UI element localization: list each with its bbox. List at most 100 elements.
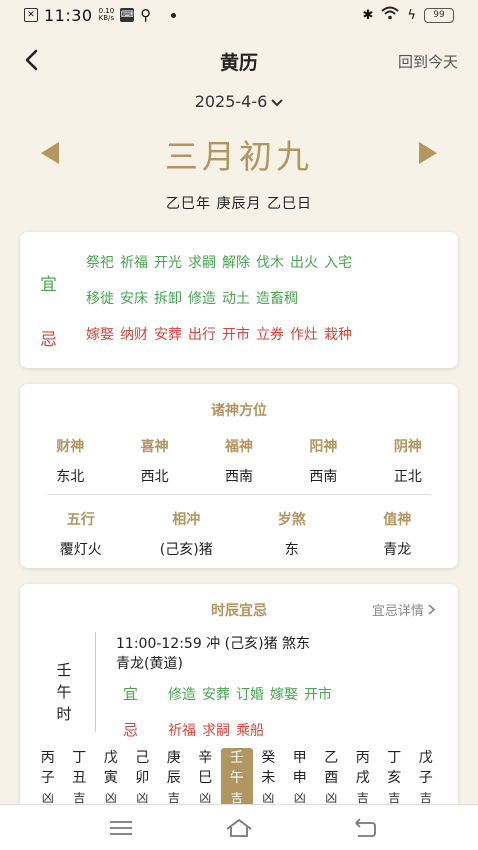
yiji-card: 宜 祭祀 祈福 开光 求嗣 解除 伐木 出火 入宅 移徙 安床 拆卸 修造 动土 造畜稠 忌 嫁娶 纳财安… xyxy=(20,232,458,368)
ji-tag: 出行 xyxy=(188,327,216,343)
god-cell: 阳神 西南 xyxy=(281,436,365,486)
date-value: 2025-4-6 xyxy=(194,92,268,111)
network-speed: 0.10 KB/s xyxy=(98,7,115,22)
hour-gan: 丙 xyxy=(355,750,370,766)
ji-label: 忌 xyxy=(40,330,57,350)
god-cell: 岁煞东 xyxy=(239,509,345,559)
notification-icon: ✕ xyxy=(24,8,38,22)
hour-zhi: 未 xyxy=(261,770,276,786)
ji-tag: 立券 xyxy=(256,327,284,343)
ji-tag: 作灶 xyxy=(290,327,318,343)
lunar-date: 三月初九 xyxy=(165,137,313,176)
home-icon xyxy=(226,818,252,837)
yi-tags-row2: 移徙 安床 拆卸 修造 动土 造畜稠 xyxy=(86,290,304,308)
usb-icon: ⚲ xyxy=(140,6,152,24)
charging-icon: ϟ xyxy=(407,7,416,23)
god-label: 财神 xyxy=(56,439,85,455)
hour-ji-tag: 祈福 xyxy=(168,723,196,739)
gods-row1: 财神 东北 喜神 西北 福神 西南 阳神 西南 阴神 正北 xyxy=(20,436,458,486)
hour-gan: 乙 xyxy=(324,750,339,766)
god-value: 青龙 xyxy=(383,542,412,558)
yi-tag: 入宅 xyxy=(324,255,352,271)
hour-zhi: 巳 xyxy=(198,770,213,786)
system-nav-bar xyxy=(0,804,478,850)
hour-ji-label: 忌 xyxy=(123,721,139,739)
hour-ji-tag: 求嗣 xyxy=(202,723,230,739)
yiji-detail-link[interactable]: 宜忌详情 xyxy=(372,600,436,619)
header: 黄历 回到今天 xyxy=(0,40,478,80)
gods-title: 诸神方位 xyxy=(211,403,267,419)
hour-zhi: 午 xyxy=(229,770,244,786)
hour-gan: 丁 xyxy=(72,750,87,766)
god-value: 东 xyxy=(284,542,299,558)
chevron-right-icon xyxy=(428,604,436,619)
god-cell: 财神 东北 xyxy=(28,436,112,486)
yi-tag: 祭祀 xyxy=(86,255,114,271)
god-value: 西南 xyxy=(225,469,254,485)
hour-yi-tag: 嫁娶 xyxy=(270,687,298,703)
yi-tag: 移徙 xyxy=(86,291,114,307)
gods-row2: 五行 覆灯火 相冲 (己亥)猪 岁煞东 值神青龙 xyxy=(20,509,458,559)
ji-tag: 开市 xyxy=(222,327,250,343)
hour-yi-tag: 修造 xyxy=(168,687,196,703)
ganzhi-text: 乙巳年 庚辰月 乙巳日 xyxy=(166,196,312,212)
hour-zhi: 亥 xyxy=(387,770,402,786)
god-cell: 福神 西南 xyxy=(197,436,281,486)
date-picker[interactable]: 2025-4-6 xyxy=(0,92,478,111)
divider xyxy=(47,494,431,495)
wifi-icon xyxy=(381,6,400,24)
menu-icon xyxy=(110,821,132,835)
yi-tag: 求嗣 xyxy=(188,255,216,271)
hour-gan: 丙 xyxy=(40,750,55,766)
hour-zhi: 子 xyxy=(40,770,55,786)
nav-menu-button[interactable] xyxy=(106,815,136,841)
god-label: 五行 xyxy=(66,512,95,528)
hour-yi-tag: 订婚 xyxy=(236,687,264,703)
gods-direction-card: 诸神方位 财神 东北 喜神 西北 福神 西南 阳神 西南 阴神 正北 五行 覆灯火 相冲 (己亥)猪 岁煞… xyxy=(20,384,458,568)
ji-tag: 纳财 xyxy=(120,327,148,343)
god-value: 西南 xyxy=(309,469,338,485)
god-label: 岁煞 xyxy=(277,512,306,528)
hour-zhi: 戌 xyxy=(355,770,370,786)
god-value: (己亥)猪 xyxy=(159,542,213,558)
yi-tag: 安床 xyxy=(120,291,148,307)
hour-zhi: 酉 xyxy=(324,770,339,786)
battery-icon: 99 xyxy=(424,7,454,23)
god-cell: 五行 覆灯火 xyxy=(28,509,134,559)
status-time: 11:30 xyxy=(44,5,93,25)
nav-home-button[interactable] xyxy=(224,815,254,841)
next-day-button[interactable] xyxy=(419,142,437,164)
hour-yi-tag: 安葬 xyxy=(202,687,230,703)
god-cell: 相冲 (己亥)猪 xyxy=(134,509,240,559)
god-label: 值神 xyxy=(383,512,412,528)
hour-zhi: 辰 xyxy=(166,770,181,786)
hour-gan: 丁 xyxy=(387,750,402,766)
back-to-today-button[interactable]: 回到今天 xyxy=(398,51,458,72)
god-label: 福神 xyxy=(225,439,254,455)
yi-tag: 出火 xyxy=(290,255,318,271)
back-icon xyxy=(355,818,376,837)
nav-back-button[interactable] xyxy=(350,815,380,841)
yi-tag: 修造 xyxy=(188,291,216,307)
yi-tag: 解除 xyxy=(222,255,250,271)
hour-zhi: 申 xyxy=(292,770,307,786)
hour-divider xyxy=(95,632,96,732)
yi-tag: 开光 xyxy=(154,255,182,271)
god-label: 相冲 xyxy=(172,512,201,528)
bluetooth-icon: ✱ xyxy=(362,7,374,23)
god-label: 阳神 xyxy=(309,439,338,455)
ji-tag: 安葬 xyxy=(154,327,182,343)
current-hour-name: 壬午时 xyxy=(56,661,72,723)
god-cell: 喜神 西北 xyxy=(112,436,196,486)
hour-zhi: 卯 xyxy=(135,770,150,786)
hour-yi-tags: 修造 安葬 订婚 嫁娶 开市 xyxy=(168,684,338,704)
hour-ji-tag: 乘船 xyxy=(236,723,264,739)
hour-gan: 戊 xyxy=(418,750,433,766)
hour-zhi: 子 xyxy=(418,770,433,786)
ji-tags: 嫁娶 纳财 安葬 出行 开市 立券 作灶 栽种 xyxy=(86,326,358,344)
hour-description: 11:00-12:59 冲 (己亥)猪 煞东 青龙(黄道) xyxy=(116,636,311,672)
yi-tags-row1: 祭祀 祈福 开光 求嗣 解除 伐木 出火 入宅 xyxy=(86,254,358,272)
hour-yi-label: 宜 xyxy=(123,685,139,703)
god-cell: 阴神 正北 xyxy=(366,436,450,486)
hours-card: 时辰宜忌 宜忌详情 壬午时 11:00-12:59 冲 (己亥)猪 煞东 青龙(… xyxy=(20,584,458,814)
